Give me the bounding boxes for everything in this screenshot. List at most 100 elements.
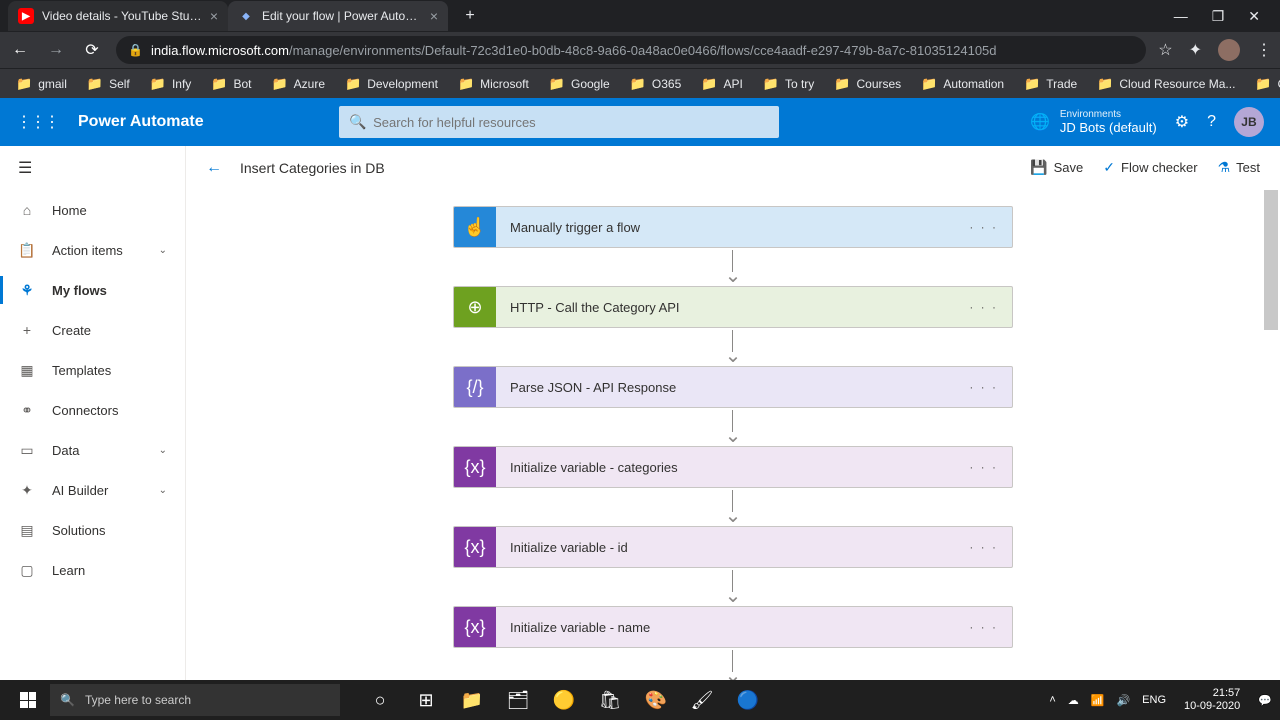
step-menu-button[interactable]: · · · — [955, 300, 1012, 314]
extensions-icon[interactable]: ✦ — [1189, 40, 1202, 60]
save-button[interactable]: 💾Save — [1030, 159, 1083, 176]
flow-step-2[interactable]: {/}Parse JSON - API Response· · · — [453, 366, 1013, 408]
sidebar-item-my-flows[interactable]: ⚘My flows — [0, 270, 185, 310]
bookmark-8[interactable]: 📁O365 — [622, 76, 690, 92]
browser-chrome: ▶ Video details - YouTube Studio × ◆ Edi… — [0, 0, 1280, 98]
sidebar-item-templates[interactable]: ▦Templates — [0, 350, 185, 390]
back-arrow-button[interactable]: ← — [206, 159, 222, 177]
paint-icon[interactable]: 🎨 — [634, 680, 678, 720]
flow-name[interactable]: Insert Categories in DB — [240, 160, 385, 176]
browser-tab-1[interactable]: ◆ Edit your flow | Power Automate × — [228, 1, 448, 31]
lang-indicator[interactable]: ENG — [1142, 694, 1166, 706]
clock[interactable]: 21:57 10-09-2020 — [1178, 687, 1246, 713]
bookmark-14[interactable]: 📁Cloud Resource Ma... — [1089, 76, 1243, 92]
step-menu-button[interactable]: · · · — [955, 460, 1012, 474]
edge-icon[interactable]: 🔵 — [726, 680, 770, 720]
step-menu-button[interactable]: · · · — [955, 620, 1012, 634]
flow-checker-button[interactable]: ✓Flow checker — [1103, 159, 1197, 176]
app-launcher-icon[interactable]: ⋮⋮⋮ — [16, 112, 58, 132]
lock-icon: 🔒 — [128, 43, 143, 57]
sidebar-icon: + — [18, 322, 36, 338]
sidebar-item-learn[interactable]: ▢Learn — [0, 550, 185, 590]
brand-title[interactable]: Power Automate — [78, 113, 204, 131]
step-menu-button[interactable]: · · · — [955, 220, 1012, 234]
chrome-icon[interactable]: 🟡 — [542, 680, 586, 720]
tab-title: Video details - YouTube Studio — [42, 9, 202, 23]
sidebar-item-label: Action items — [52, 243, 123, 258]
notifications-icon[interactable]: 💬 — [1258, 694, 1272, 707]
test-button[interactable]: ⚗Test — [1218, 159, 1260, 176]
back-button[interactable]: ← — [8, 41, 32, 59]
connector-arrow[interactable]: ⌄ — [725, 408, 742, 446]
browser-tab-0[interactable]: ▶ Video details - YouTube Studio × — [8, 1, 228, 31]
bookmark-4[interactable]: 📁Azure — [263, 76, 333, 92]
connector-arrow[interactable]: ⌄ — [725, 328, 742, 366]
star-icon[interactable]: ☆ — [1158, 40, 1172, 60]
forward-button[interactable]: → — [44, 41, 68, 59]
app-icon-2[interactable]: 🖌 — [680, 680, 724, 720]
menu-icon[interactable]: ⋮ — [1256, 40, 1272, 60]
bookmark-5[interactable]: 📁Development — [337, 76, 446, 92]
sidebar-item-create[interactable]: +Create — [0, 310, 185, 350]
new-tab-button[interactable]: + — [456, 2, 484, 30]
maximize-button[interactable]: ❐ — [1212, 8, 1225, 25]
step-label: Initialize variable - categories — [496, 460, 955, 475]
flow-step-1[interactable]: ⊕HTTP - Call the Category API· · · — [453, 286, 1013, 328]
scrollbar[interactable] — [1264, 190, 1278, 680]
app-icon-1[interactable]: 🗂 — [496, 680, 540, 720]
bookmark-13[interactable]: 📁Trade — [1016, 76, 1085, 92]
bookmark-7[interactable]: 📁Google — [541, 76, 618, 92]
sidebar-item-connectors[interactable]: ⚭Connectors — [0, 390, 185, 430]
settings-icon[interactable]: ⚙ — [1175, 112, 1189, 132]
connector-arrow[interactable]: ⌄ — [725, 488, 742, 526]
bookmark-6[interactable]: 📁Microsoft — [450, 76, 537, 92]
connector-arrow[interactable]: ⌄ — [725, 568, 742, 606]
bookmark-0[interactable]: 📁gmail — [8, 76, 75, 92]
explorer-icon[interactable]: 📁 — [450, 680, 494, 720]
flow-step-0[interactable]: ☝Manually trigger a flow· · · — [453, 206, 1013, 248]
bookmark-3[interactable]: 📁Bot — [203, 76, 259, 92]
bookmark-15[interactable]: 📁OpenHack — [1247, 76, 1280, 92]
search-input[interactable] — [339, 106, 779, 138]
flow-canvas[interactable]: ☝Manually trigger a flow· · ·⌄⊕HTTP - Ca… — [186, 190, 1280, 680]
store-icon[interactable]: 🛍 — [588, 680, 632, 720]
cortana-icon[interactable]: ○ — [358, 680, 402, 720]
profile-avatar[interactable] — [1218, 39, 1240, 61]
bookmark-9[interactable]: 📁API — [693, 76, 751, 92]
address-bar[interactable]: 🔒 india.flow.microsoft.com/manage/enviro… — [116, 36, 1146, 64]
close-window-button[interactable]: ✕ — [1248, 8, 1260, 25]
sidebar-toggle[interactable]: ☰ — [0, 146, 185, 190]
step-menu-button[interactable]: · · · — [955, 380, 1012, 394]
bookmark-1[interactable]: 📁Self — [79, 76, 138, 92]
sidebar-item-home[interactable]: ⌂Home — [0, 190, 185, 230]
sidebar-item-solutions[interactable]: ▤Solutions — [0, 510, 185, 550]
sidebar-item-data[interactable]: ▭Data⌄ — [0, 430, 185, 470]
bookmark-2[interactable]: 📁Infy — [142, 76, 200, 92]
tray-chevron-icon[interactable]: ˄ — [1049, 694, 1055, 706]
connector-arrow[interactable]: ⌄ — [725, 648, 742, 680]
flow-step-3[interactable]: {x}Initialize variable - categories· · · — [453, 446, 1013, 488]
bookmark-11[interactable]: 📁Courses — [826, 76, 909, 92]
reload-button[interactable]: ⟳ — [80, 40, 104, 60]
flow-step-4[interactable]: {x}Initialize variable - id· · · — [453, 526, 1013, 568]
tab-close-icon[interactable]: × — [210, 8, 218, 24]
sidebar-item-action-items[interactable]: 📋Action items⌄ — [0, 230, 185, 270]
environment-picker[interactable]: 🌐 Environments JD Bots (default) — [1030, 109, 1157, 135]
minimize-button[interactable]: ― — [1174, 8, 1188, 25]
help-icon[interactable]: ? — [1207, 113, 1216, 131]
start-button[interactable] — [8, 680, 48, 720]
wifi-icon[interactable]: 📶 — [1091, 694, 1105, 707]
env-value: JD Bots (default) — [1060, 120, 1157, 135]
sound-icon[interactable]: 🔊 — [1116, 694, 1130, 707]
bookmark-10[interactable]: 📁To try — [755, 76, 823, 92]
sidebar-item-ai-builder[interactable]: ✦AI Builder⌄ — [0, 470, 185, 510]
taskbar-search[interactable]: 🔍 Type here to search — [50, 684, 340, 716]
tab-close-icon[interactable]: × — [430, 8, 438, 24]
connector-arrow[interactable]: ⌄ — [725, 248, 742, 286]
flow-step-5[interactable]: {x}Initialize variable - name· · · — [453, 606, 1013, 648]
onedrive-icon[interactable]: ☁ — [1068, 694, 1079, 707]
bookmark-12[interactable]: 📁Automation — [913, 76, 1012, 92]
taskview-icon[interactable]: ⊞ — [404, 680, 448, 720]
user-avatar[interactable]: JB — [1234, 107, 1264, 137]
step-menu-button[interactable]: · · · — [955, 540, 1012, 554]
